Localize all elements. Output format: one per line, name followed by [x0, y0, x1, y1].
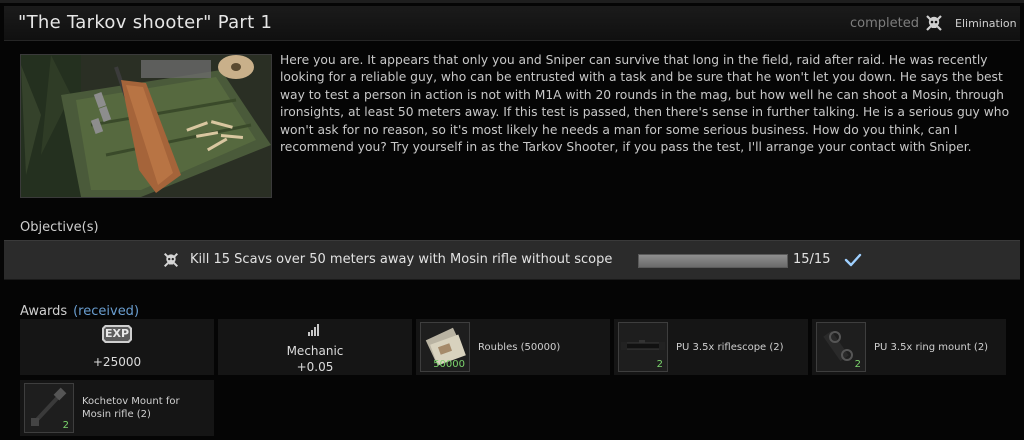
roubles-label: Roubles (50000)	[478, 342, 561, 353]
kochetov-mount-icon: 2	[24, 383, 74, 433]
kochetov-mount-qty: 2	[62, 420, 69, 431]
mosin-rifle-on-crate-image	[21, 55, 271, 197]
ring-mount-label: PU 3.5x ring mount (2)	[874, 342, 989, 353]
skull-crossbones-icon	[926, 15, 942, 31]
award-item-ring-mount[interactable]: 2 PU 3.5x ring mount (2)	[812, 319, 1006, 375]
ring-mount-icon: 2	[816, 322, 866, 372]
reputation-trader: Mechanic	[286, 344, 344, 358]
riflescope-label: PU 3.5x riflescope (2)	[676, 342, 784, 353]
skull-crossbones-icon	[163, 252, 179, 268]
award-reputation[interactable]: Mechanic +0.05	[218, 319, 412, 375]
awards-heading: Awards (received)	[20, 304, 139, 319]
quest-illustration	[20, 54, 272, 198]
award-item-roubles[interactable]: 50000 Roubles (50000)	[416, 319, 610, 375]
reputation-value: +0.05	[296, 360, 334, 374]
exp-badge-icon: EXP	[102, 325, 132, 343]
quest-status: completed	[850, 16, 919, 31]
objective-progress-count: 15/15	[793, 252, 831, 267]
award-item-riflescope[interactable]: 2 PU 3.5x riflescope (2)	[614, 319, 808, 375]
riflescope-qty: 2	[656, 359, 663, 370]
top-divider	[0, 0, 1024, 3]
objective-row: Kill 15 Scavs over 50 meters away with M…	[4, 240, 1020, 280]
objective-progress-bar	[638, 254, 788, 268]
reputation-bars-icon	[308, 324, 319, 336]
objective-progress-fill	[639, 255, 787, 267]
awards-heading-label: Awards	[20, 304, 68, 319]
quest-header: "The Tarkov shooter" Part 1 completed El…	[4, 6, 1020, 41]
award-exp[interactable]: EXP +25000	[20, 319, 214, 375]
quest-type-label: Elimination	[955, 17, 1017, 30]
quest-description: Here you are. It appears that only you a…	[280, 53, 1010, 155]
quest-title: "The Tarkov shooter" Part 1	[18, 12, 273, 33]
award-item-kochetov-mount[interactable]: 2 Kochetov Mount for Mosin rifle (2)	[20, 380, 214, 436]
objective-text: Kill 15 Scavs over 50 meters away with M…	[190, 252, 613, 267]
roubles-bundle-icon: 50000	[420, 322, 470, 372]
awards-received-label: (received)	[73, 304, 140, 319]
checkmark-icon	[844, 253, 862, 267]
exp-badge-text: EXP	[104, 327, 130, 340]
ring-mount-qty: 2	[854, 359, 861, 370]
objectives-heading: Objective(s)	[20, 220, 99, 235]
exp-value: +25000	[92, 355, 142, 369]
kochetov-mount-label: Kochetov Mount for Mosin rifle (2)	[82, 396, 180, 420]
riflescope-icon: 2	[618, 322, 668, 372]
roubles-qty: 50000	[433, 359, 465, 370]
